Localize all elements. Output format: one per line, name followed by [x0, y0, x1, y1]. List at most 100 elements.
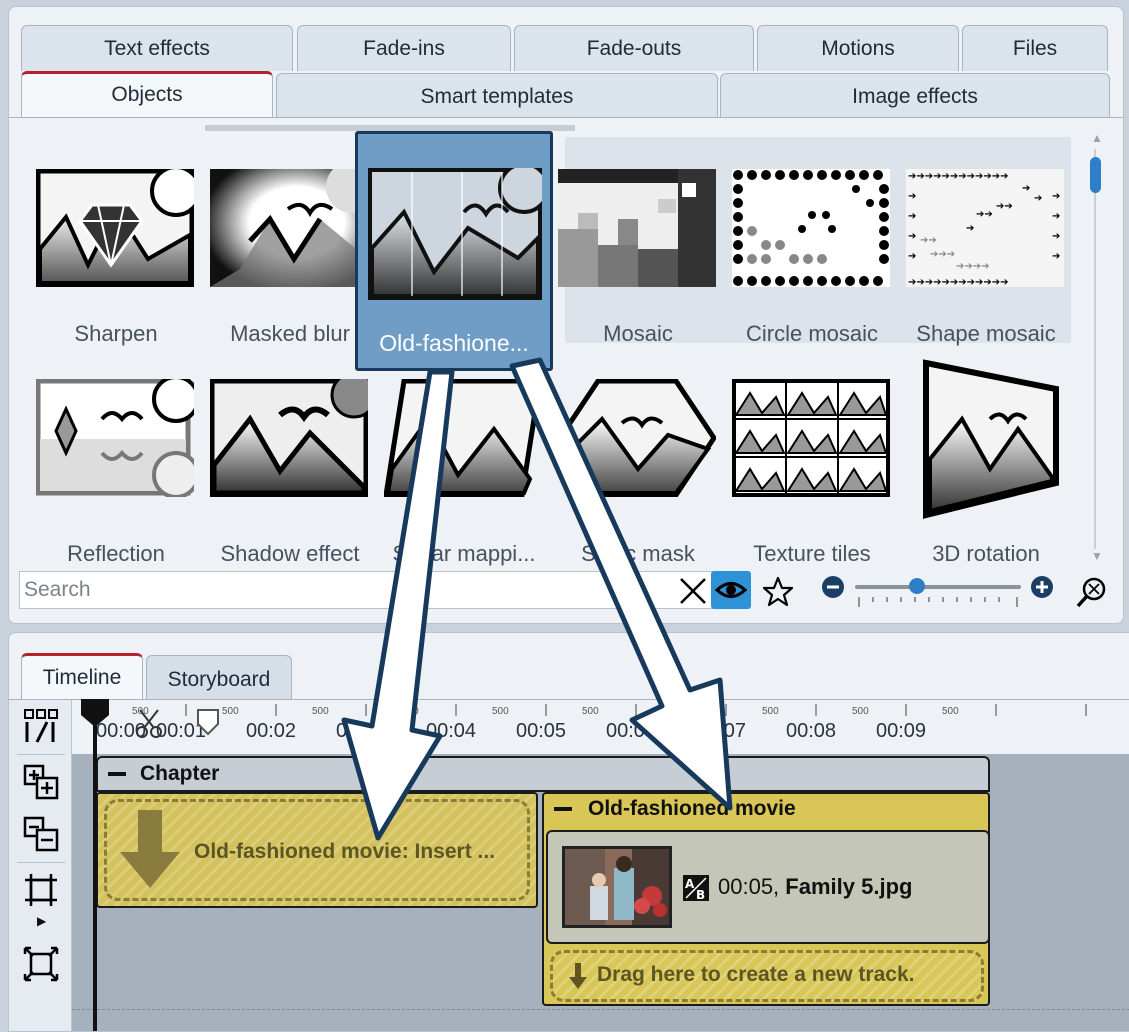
effect-static-mask[interactable]: Static mask — [551, 345, 725, 566]
drop-zone-label: Old-fashioned movie: Insert ... — [194, 840, 496, 863]
ruler-tick-label: 00:07 — [696, 720, 747, 742]
effect-block[interactable]: Old-fashioned movie A B 00:05, Family 5.… — [542, 792, 990, 1006]
zoom-slider-knob[interactable] — [909, 578, 925, 594]
effect-mosaic[interactable]: Mosaic — [551, 135, 725, 346]
chapter-label: Chapter — [140, 762, 220, 785]
effect-label: Shadow effect — [220, 541, 360, 566]
mosaic-icon — [558, 169, 716, 287]
effect-masked-blur[interactable]: Masked blur — [203, 135, 377, 346]
scissors-icon[interactable] — [132, 708, 166, 742]
ruler-tick-label: 00:05 — [516, 720, 567, 742]
tab-timeline[interactable]: Timeline — [21, 653, 143, 700]
collapse-icon[interactable] — [108, 772, 126, 776]
effect-label: Reflection — [67, 541, 165, 566]
dragged-tile-label: Old-fashione... — [379, 330, 529, 356]
effect-label: Sharpen — [74, 321, 158, 346]
svg-text:➔: ➔ — [908, 231, 916, 242]
tab-image-effects[interactable]: Image effects — [720, 73, 1110, 118]
ruler-tick-label: 00:08 — [786, 720, 837, 742]
effect-circle-mosaic[interactable]: Circle mosaic — [725, 135, 899, 346]
playhead[interactable] — [93, 703, 97, 1031]
marker-icon[interactable] — [196, 708, 220, 736]
text-ab-icon: A B — [683, 875, 709, 902]
scroll-up-icon[interactable]: ▲ — [1091, 131, 1103, 145]
svg-text:➔: ➔ — [966, 223, 974, 234]
tab-objects[interactable]: Objects — [21, 71, 273, 118]
remove-track-icon[interactable] — [23, 816, 59, 852]
svg-text:➔: ➔ — [908, 251, 916, 262]
collapse-icon[interactable] — [554, 807, 572, 811]
add-track-icon[interactable] — [23, 764, 59, 800]
old-fashioned-movie-icon — [368, 168, 542, 300]
ruler-sub-label: 500 — [762, 706, 779, 717]
ruler-tick-label: 00:03 — [336, 720, 387, 742]
ruler-sub-label: 500 — [942, 706, 959, 717]
tab-files[interactable]: Files — [962, 25, 1108, 71]
effect-drop-zone[interactable]: Old-fashioned movie: Insert ... — [96, 792, 538, 908]
search-input[interactable] — [20, 572, 646, 608]
reflection-icon — [36, 379, 194, 497]
zoom-fit-icon[interactable] — [1075, 575, 1109, 609]
clip-time: 00:05, — [718, 874, 780, 899]
effect-texture-tiles[interactable]: Texture tiles — [725, 345, 899, 566]
plus-circle-icon[interactable] — [1030, 575, 1054, 599]
tab-divider — [9, 117, 1123, 118]
clip-filename: Family 5.jpg — [785, 874, 913, 899]
effect-sharpen[interactable]: Sharpen — [29, 135, 203, 346]
track-area[interactable]: Chapter Old-fashioned movie: Insert ... … — [72, 754, 1129, 1031]
close-icon[interactable] — [676, 574, 710, 608]
ruler-sub-label: 500 — [582, 706, 599, 717]
tab-text-effects[interactable]: Text effects — [21, 25, 293, 71]
ruler-sub-label: 500 — [672, 706, 689, 717]
split-icon[interactable] — [23, 708, 59, 744]
effects-panel: Text effects Fade-ins Fade-outs Motions … — [8, 6, 1124, 624]
effect-shear-mapping[interactable]: Shear mappi... — [377, 345, 551, 566]
minus-circle-icon[interactable] — [821, 575, 845, 599]
masked-blur-icon — [210, 169, 368, 287]
trim-icon[interactable] — [23, 872, 59, 908]
tab-fade-ins[interactable]: Fade-ins — [297, 25, 511, 71]
ruler-sub-label: 500 — [402, 706, 419, 717]
effect-3d-rotation[interactable]: 3D rotation — [899, 345, 1073, 566]
tab-fade-outs[interactable]: Fade-outs — [514, 25, 754, 71]
arrow-down-icon — [120, 810, 180, 888]
tab-smart-templates[interactable]: Smart templates — [276, 73, 718, 118]
zoom-slider-track[interactable] — [855, 585, 1021, 589]
sharpen-icon — [36, 169, 194, 287]
effect-shape-mosaic[interactable]: ➔➔➔➔➔➔➔➔➔➔➔➔ ➔➔➔➔➔➔➔➔➔➔➔➔ ➔ ➔ ➔ ➔ ➔ ➔ ➔ ➔ ➔➔ ➔➔… — [899, 135, 1073, 346]
effect-label: Circle mosaic — [745, 321, 879, 346]
svg-text:➔: ➔ — [1052, 231, 1060, 242]
scroll-down-icon[interactable]: ▼ — [1091, 549, 1103, 563]
clip-thumbnail — [562, 846, 672, 928]
vertical-scrollbar[interactable]: ▲ ▼ — [1085, 129, 1107, 569]
svg-text:➔➔➔➔➔➔➔➔➔➔➔➔: ➔➔➔➔➔➔➔➔➔➔➔➔ — [908, 277, 1009, 287]
toolbar-separator — [17, 754, 65, 755]
effect-label: 3D rotation — [932, 541, 1040, 566]
svg-text:➔➔➔➔➔➔➔➔➔➔➔➔: ➔➔➔➔➔➔➔➔➔➔➔➔ — [908, 171, 1009, 182]
time-ruler[interactable]: 500 500 500 500 500 500 500 500 500 500 … — [72, 700, 1129, 756]
effect-label: Static mask — [581, 541, 695, 566]
playhead-handle-icon[interactable] — [79, 699, 111, 729]
effect-shadow[interactable]: Shadow effect — [203, 345, 377, 566]
timeline-toolbar: ▶ — [9, 700, 72, 1031]
svg-text:➔➔: ➔➔ — [976, 209, 993, 220]
visibility-button[interactable] — [711, 571, 751, 609]
svg-text:➔➔➔: ➔➔➔ — [930, 249, 955, 260]
svg-text:➔: ➔ — [1022, 183, 1030, 194]
tab-storyboard[interactable]: Storyboard — [146, 655, 292, 700]
tab-motions[interactable]: Motions — [757, 25, 959, 71]
star-icon[interactable] — [761, 575, 795, 609]
circle-mosaic-icon — [732, 169, 890, 287]
expand-arrow-icon[interactable]: ▶ — [37, 914, 46, 928]
effect-label: Shape mosaic — [916, 321, 1056, 346]
effect-title: Old-fashioned movie — [588, 797, 796, 820]
svg-text:➔: ➔ — [908, 191, 916, 202]
chapter-track[interactable]: Chapter — [96, 756, 990, 792]
new-track-drop-zone[interactable]: Drag here to create a new track. — [550, 950, 984, 1002]
effect-reflection[interactable]: Reflection — [29, 345, 203, 566]
search-field — [19, 571, 713, 609]
scroll-thumb[interactable] — [1090, 157, 1101, 193]
image-clip[interactable]: A B 00:05, Family 5.jpg — [546, 830, 990, 944]
dragged-effect-tile[interactable]: Old-fashione... — [355, 131, 553, 371]
fit-to-window-icon[interactable] — [23, 946, 59, 982]
